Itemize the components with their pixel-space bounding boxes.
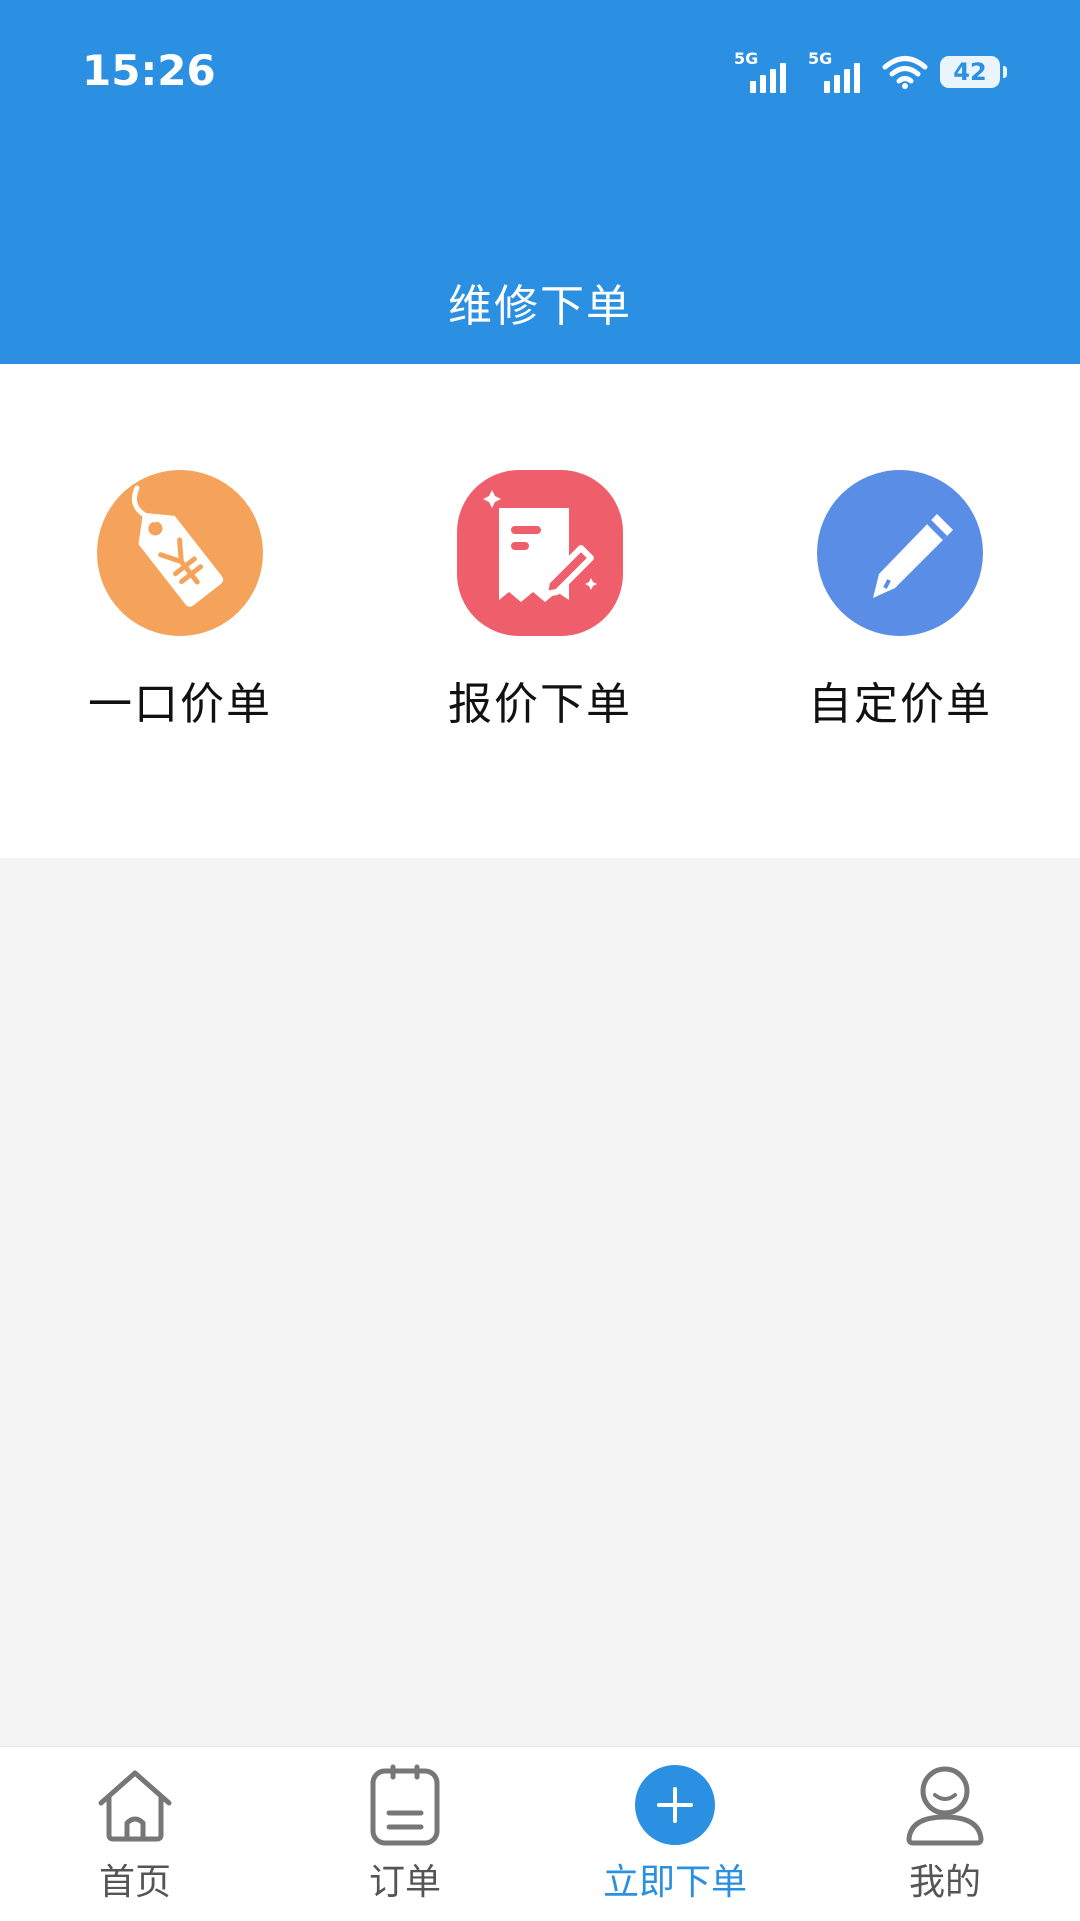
signal-icon: 5G [734,49,796,93]
home-icon [93,1763,177,1847]
quote-document-icon [457,470,623,636]
tab-label: 我的 [908,1862,981,1903]
menu-item-label: 报价下单 [448,679,632,730]
tab-place-order[interactable]: 立即下单 [540,1747,810,1921]
battery-icon: 42 [940,56,1007,88]
menu-item-custom-price[interactable]: 自定价单 [720,470,1080,732]
tab-label: 立即下单 [602,1862,747,1903]
bottom-tab-bar: 首页 订单 立即下单 我的 [0,1746,1080,1921]
menu-item-label: 一口价单 [88,679,272,730]
plus-circle-icon [633,1763,717,1847]
user-profile-icon [903,1763,987,1847]
tab-label: 首页 [98,1862,171,1903]
page-title: 维修下单 [448,281,632,332]
status-icons: 5G 5G 42 [734,48,1007,96]
order-clipboard-icon [363,1763,447,1847]
status-time: 15:26 [82,46,216,95]
tab-profile[interactable]: 我的 [810,1747,1080,1921]
menu-item-label: 自定价单 [808,679,992,730]
menu-item-fixed-price[interactable]: 一口价单 [0,470,360,732]
order-type-menu: 一口价单 报价下单 自定价单 [0,364,1080,858]
battery-level: 42 [953,58,987,86]
signal-icon: 5G [808,49,870,93]
edit-pencil-icon [817,470,983,636]
wifi-icon [882,56,928,89]
tab-home[interactable]: 首页 [0,1747,270,1921]
tab-orders[interactable]: 订单 [270,1747,540,1921]
header: 15:26 5G 5G 42 维修下单 [0,0,1080,364]
price-tag-icon [97,470,263,636]
menu-item-quote-order[interactable]: 报价下单 [360,470,720,732]
tab-label: 订单 [368,1862,441,1903]
